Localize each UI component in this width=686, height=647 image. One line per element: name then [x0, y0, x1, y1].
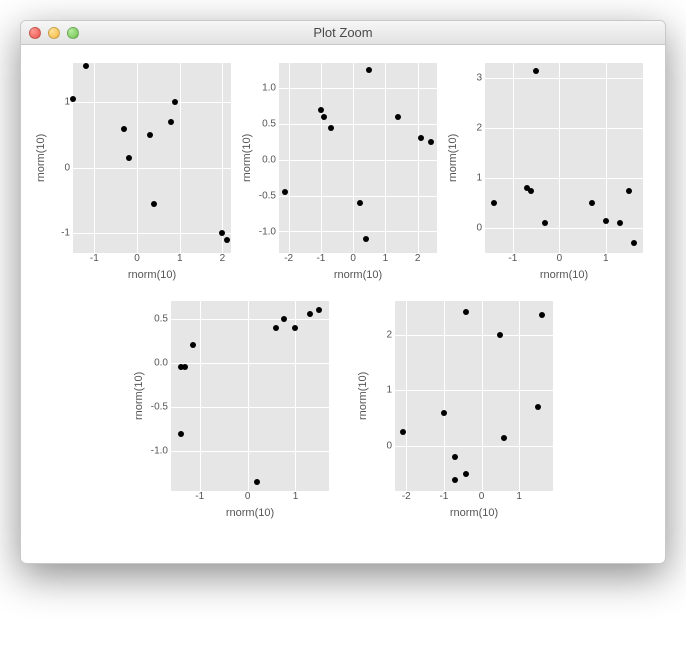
data-point [631, 240, 637, 246]
data-point [528, 188, 534, 194]
data-point [497, 332, 503, 338]
x-axis-ticks: -2-101 [395, 491, 553, 505]
x-axis-label: rnorm(10) [485, 269, 643, 281]
y-axis-ticks: -1.0-0.50.00.51.0 [255, 63, 279, 253]
data-point [501, 435, 507, 441]
data-point [441, 410, 447, 416]
data-point [254, 479, 260, 485]
scatter-plot-4: rnorm(10)-1.0-0.50.00.5-101rnorm(10) [133, 301, 329, 519]
data-point [182, 364, 188, 370]
data-point [428, 139, 434, 145]
x-axis-ticks: -2-1012 [279, 253, 437, 267]
scatter-plot-5: rnorm(10)012-2-101rnorm(10) [357, 301, 553, 519]
y-axis-label: rnorm(10) [133, 301, 147, 491]
data-point [626, 188, 632, 194]
data-point [316, 307, 322, 313]
y-axis-label: rnorm(10) [241, 63, 255, 253]
data-point [83, 63, 89, 69]
traffic-lights [29, 27, 79, 39]
data-point [168, 119, 174, 125]
plot-panel [279, 63, 437, 253]
scatter-plot-3: rnorm(10)0123-101rnorm(10) [447, 63, 643, 281]
y-axis-ticks: -1.0-0.50.00.5 [147, 301, 171, 491]
data-point [224, 237, 230, 243]
data-point [589, 200, 595, 206]
plot-panel [171, 301, 329, 491]
x-axis-label: rnorm(10) [279, 269, 437, 281]
data-point [542, 220, 548, 226]
x-axis-ticks: -101 [485, 253, 643, 267]
data-point [357, 200, 363, 206]
data-point [151, 201, 157, 207]
data-point [533, 68, 539, 74]
data-point [219, 230, 225, 236]
data-point [282, 189, 288, 195]
data-point [463, 309, 469, 315]
y-axis-ticks: 012 [371, 301, 395, 491]
data-point [190, 342, 196, 348]
x-axis-label: rnorm(10) [73, 269, 231, 281]
y-axis-label: rnorm(10) [35, 63, 49, 253]
plot-panel [395, 301, 553, 491]
data-point [292, 325, 298, 331]
data-point [491, 200, 497, 206]
window-titlebar[interactable]: Plot Zoom [21, 21, 665, 45]
data-point [603, 218, 609, 224]
y-axis-ticks: -101 [49, 63, 73, 253]
data-point [535, 404, 541, 410]
data-point [463, 471, 469, 477]
x-axis-ticks: -1012 [73, 253, 231, 267]
scatter-plot-1: rnorm(10)-101-1012rnorm(10) [35, 63, 231, 281]
data-point [363, 236, 369, 242]
data-point [321, 114, 327, 120]
y-axis-ticks: 0123 [461, 63, 485, 253]
data-point [172, 99, 178, 105]
y-axis-label: rnorm(10) [447, 63, 461, 253]
y-axis-label: rnorm(10) [357, 301, 371, 491]
x-axis-label: rnorm(10) [171, 507, 329, 519]
data-point [452, 454, 458, 460]
data-point [418, 135, 424, 141]
data-point [178, 431, 184, 437]
data-point [400, 429, 406, 435]
data-point [328, 125, 334, 131]
data-point [273, 325, 279, 331]
data-point [366, 67, 372, 73]
data-point [452, 477, 458, 483]
app-window: Plot Zoom rnorm(10)-101-1012rnorm(10)rno… [20, 20, 666, 564]
close-icon[interactable] [29, 27, 41, 39]
plot-panel [485, 63, 643, 253]
scatter-plot-2: rnorm(10)-1.0-0.50.00.51.0-2-1012rnorm(1… [241, 63, 437, 281]
data-point [617, 220, 623, 226]
data-point [318, 107, 324, 113]
data-point [395, 114, 401, 120]
x-axis-label: rnorm(10) [395, 507, 553, 519]
plot-zoom-content: rnorm(10)-101-1012rnorm(10)rnorm(10)-1.0… [21, 45, 665, 563]
data-point [70, 96, 76, 102]
zoom-icon[interactable] [67, 27, 79, 39]
minimize-icon[interactable] [48, 27, 60, 39]
data-point [121, 126, 127, 132]
data-point [147, 132, 153, 138]
data-point [126, 155, 132, 161]
window-title: Plot Zoom [313, 25, 372, 40]
data-point [539, 312, 545, 318]
plot-panel [73, 63, 231, 253]
x-axis-ticks: -101 [171, 491, 329, 505]
data-point [281, 316, 287, 322]
data-point [307, 311, 313, 317]
